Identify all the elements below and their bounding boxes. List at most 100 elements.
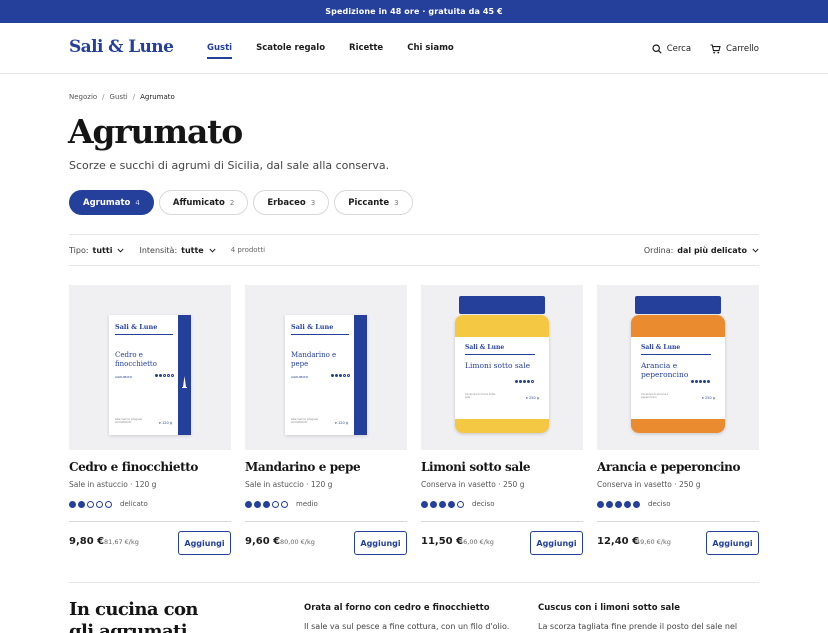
nav-gusti[interactable]: Gusti [207, 23, 233, 74]
recipe-title: Cuscus con i limoni sotto sale [538, 603, 680, 613]
intensity-label: delicato [120, 500, 148, 508]
package-brand: Sali & Lune [291, 323, 334, 331]
logo[interactable]: Sali & Lune [69, 37, 174, 57]
intensity-dot [457, 500, 464, 508]
intensity-label: medio [296, 500, 318, 508]
filter-group: Tipo: tutti Intensità: tutte 4 prodotti [69, 235, 265, 265]
chip-erbaceo[interactable]: Erbaceo 3 [253, 190, 330, 215]
cooking-section-title: In cucina con gli agrumati [69, 599, 198, 633]
package-rule [115, 334, 173, 335]
package-weight: e 250 g [701, 396, 715, 400]
product-name[interactable]: Cedro e finocchietto [69, 460, 198, 474]
recipe-description: Il sale va sul pesce a fine cottura, con… [304, 622, 510, 631]
nav-ricette[interactable]: Ricette [349, 23, 383, 74]
package-fine-print: Sale marino integrale aromatizzato [115, 418, 142, 424]
recipe-item[interactable]: Orata al forno con cedro e finocchietto … [304, 603, 529, 631]
chip-count: 3 [394, 198, 399, 207]
product-image[interactable]: Sali & Lune Cedro e finocchietto AGRUMAT… [69, 285, 231, 450]
product-name[interactable]: Mandarino e pepe [245, 460, 361, 474]
package-line: AGRUMATO [115, 375, 133, 379]
recipe-description: La scorza tagliata fine prende il posto … [538, 622, 738, 631]
jar-label: Sali & Lune Arancia e peperoncino Conser… [631, 337, 725, 419]
product-price: 9,80 € [69, 536, 105, 547]
package-fine-print: Conserva di arancia e peperoncino [641, 393, 669, 399]
add-to-cart-button[interactable]: Aggiungi [706, 531, 759, 555]
search-label: Cerca [666, 43, 692, 54]
intensity-dot [96, 500, 103, 508]
add-to-cart-button[interactable]: Aggiungi [530, 531, 583, 555]
product-image[interactable]: Sali & Lune Mandarino e pepe AGRUMATO Sa… [245, 285, 407, 450]
price-per-kg: 81,67 €/kg [104, 538, 139, 546]
sort-select[interactable]: Ordina: dal più delicato [644, 235, 759, 265]
nav-scatole-regalo[interactable]: Scatole regalo [256, 23, 325, 74]
divider [69, 521, 231, 522]
package-fine-print: Sale marino integrale aromatizzato [291, 418, 318, 424]
recipe-title: Orata al forno con cedro e finocchietto [304, 603, 490, 613]
search-link[interactable]: Cerca [652, 44, 691, 54]
chevron-down-icon [117, 248, 125, 253]
intensity-dot [254, 500, 261, 508]
intensity-dot [78, 500, 85, 508]
product-price: 11,50 € [421, 536, 464, 547]
chip-label: Agrumato [83, 197, 131, 208]
package-name: Arancia e peperoncino [641, 361, 689, 379]
product-name[interactable]: Limoni sotto sale [421, 460, 531, 474]
product-card: Sali & Lune Cedro e finocchietto AGRUMAT… [69, 285, 231, 555]
breadcrumb: Negozio / Gusti / Agrumato [69, 93, 175, 101]
filter-bar: Tipo: tutti Intensità: tutte 4 prodotti … [69, 234, 759, 266]
chip-piccante[interactable]: Piccante 3 [334, 190, 413, 215]
intensity-label: deciso [648, 500, 671, 508]
product-card: Sali & Lune Mandarino e pepe AGRUMATO Sa… [245, 285, 407, 555]
intensity-dot [281, 500, 288, 508]
product-subtitle: Conserva in vasetto · 250 g [597, 480, 701, 489]
intensity-dot [105, 500, 112, 508]
product-package: Sali & Lune Limoni sotto sale Conserva d… [455, 315, 549, 433]
breadcrumb-negozio[interactable]: Negozio [69, 93, 97, 101]
price-per-kg: 49,60 €/kg [636, 538, 671, 546]
chip-count: 3 [310, 198, 316, 207]
chip-label: Erbaceo [267, 197, 306, 208]
add-to-cart-button[interactable]: Aggiungi [178, 531, 231, 555]
chevron-down-icon [752, 248, 759, 253]
promo-text: Spedizione in 48 ore · gratuita da 45 € [325, 7, 503, 16]
package-rule [641, 354, 711, 355]
cart-link[interactable]: Carrello [710, 44, 759, 54]
intensity-rating: delicato [69, 500, 148, 508]
jar-label: Sali & Lune Limoni sotto sale Conserva d… [455, 337, 549, 419]
product-name[interactable]: Arancia e peperoncino [597, 460, 740, 474]
type-filter-label: Tipo: [69, 245, 89, 255]
price-per-kg: 80,00 €/kg [280, 538, 315, 546]
recipe-item[interactable]: Cuscus con i limoni sotto sale La scorza… [538, 603, 763, 631]
sort-label: Ordina: [643, 245, 674, 255]
intensity-dot [69, 500, 76, 508]
intensity-dot [606, 500, 613, 508]
package-rule [291, 334, 349, 335]
package-rule [465, 354, 535, 355]
product-image[interactable]: Sali & Lune Limoni sotto sale Conserva d… [421, 285, 583, 450]
product-count: 4 prodotti [230, 246, 266, 254]
type-filter[interactable]: Tipo: tutti [69, 245, 125, 255]
add-to-cart-button[interactable]: Aggiungi [354, 531, 407, 555]
intensity-filter[interactable]: Intensità: tutte [139, 245, 216, 255]
section-divider [69, 582, 759, 583]
sort-value: dal più delicato [677, 245, 747, 255]
intensity-dot [421, 500, 428, 508]
product-image[interactable]: Sali & Lune Arancia e peperoncino Conser… [597, 285, 759, 450]
product-card: Sali & Lune Arancia e peperoncino Conser… [597, 285, 759, 555]
product-package: Sali & Lune Mandarino e pepe AGRUMATO Sa… [285, 315, 367, 435]
chip-label: Piccante [348, 197, 390, 208]
chip-agrumato[interactable]: Agrumato 4 [69, 190, 154, 215]
package-name: Mandarino e pepe [291, 351, 337, 368]
breadcrumb-gusti[interactable]: Gusti [110, 93, 128, 101]
intensity-filter-value: tutte [181, 245, 204, 255]
intensity-rating: deciso [421, 500, 494, 508]
header-actions: Cerca Carrello [633, 23, 759, 74]
product-subtitle: Conserva in vasetto · 250 g [421, 480, 525, 489]
chevron-down-icon [209, 248, 216, 253]
price-per-kg: 46,00 €/kg [459, 538, 494, 546]
cart-icon [710, 43, 721, 53]
nav-chi-siamo[interactable]: Chi siamo [407, 23, 454, 74]
jar-lid [459, 296, 545, 314]
chip-affumicato[interactable]: Affumicato 2 [158, 190, 249, 215]
breadcrumb-separator: / [132, 93, 136, 101]
